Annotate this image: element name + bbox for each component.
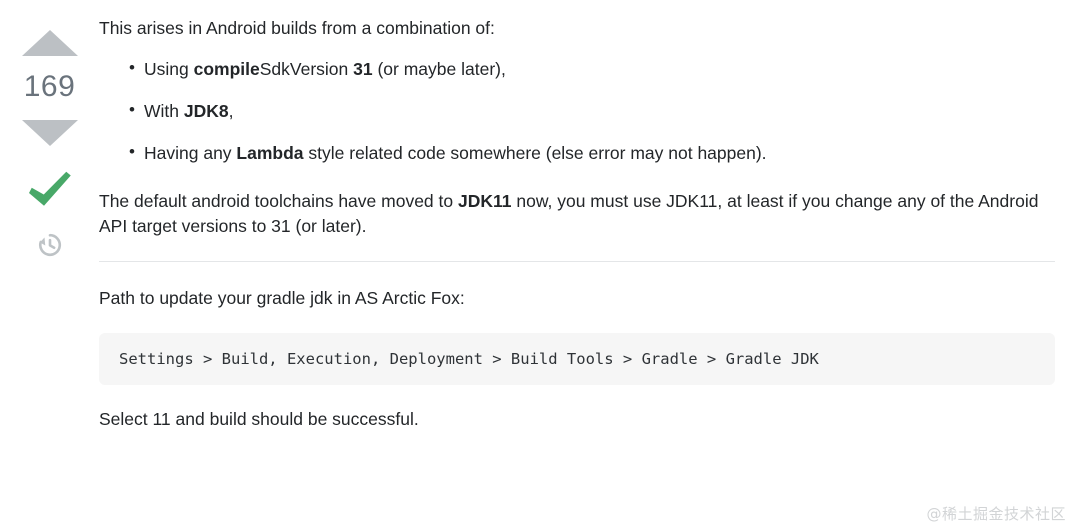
list-item-text-part: Having any	[144, 142, 237, 163]
list-item: Having any Lambda style related code som…	[129, 140, 1055, 166]
list-item-text-part: SdkVersion	[259, 58, 354, 79]
list-item-text-part: style related code somewhere (else error…	[303, 142, 767, 163]
paragraph-text-part: JDK11	[457, 191, 512, 212]
closing-paragraph: Select 11 and build should be successful…	[99, 409, 419, 430]
list-item-text-part: With	[144, 100, 184, 121]
intro-paragraph: This arises in Android builds from a com…	[99, 18, 495, 38]
vote-cell: 169	[0, 0, 99, 532]
downvote-arrow-icon[interactable]	[21, 120, 78, 146]
toolchain-paragraph: The default android toolchains have move…	[99, 189, 1055, 239]
list-item-text-part: 31	[353, 58, 373, 79]
list-item-text-part: Using	[144, 58, 194, 79]
paragraph-text-part: The default android toolchains have move…	[99, 191, 458, 212]
list-item: With JDK8,	[129, 98, 1055, 124]
list-item-text-part: JDK8	[183, 100, 229, 121]
cause-list: Using compileSdkVersion 31 (or maybe lat…	[99, 56, 1055, 166]
section-divider	[99, 261, 1055, 263]
upvote-arrow-icon[interactable]	[21, 30, 78, 56]
vote-count: 169	[23, 70, 76, 103]
path-intro-paragraph: Path to update your gradle jdk in AS Arc…	[99, 288, 465, 309]
list-item-text-part: compile	[193, 58, 260, 79]
list-item-text-part: ,	[228, 100, 234, 121]
list-item-text-part: (or maybe later),	[372, 58, 506, 79]
watermark: @稀土掘金技术社区	[926, 505, 1066, 523]
list-item: Using compileSdkVersion 31 (or maybe lat…	[129, 56, 1055, 82]
code-block: Settings > Build, Execution, Deployment …	[99, 332, 1055, 386]
answer-body: This arises in Android builds from a com…	[99, 0, 1080, 532]
answer-post: 169 This arises in Android builds from a…	[0, 0, 1080, 532]
list-item-text-part: Lambda	[236, 142, 304, 163]
accepted-answer-check-icon[interactable]	[27, 170, 73, 210]
revision-history-icon[interactable]	[35, 230, 65, 260]
